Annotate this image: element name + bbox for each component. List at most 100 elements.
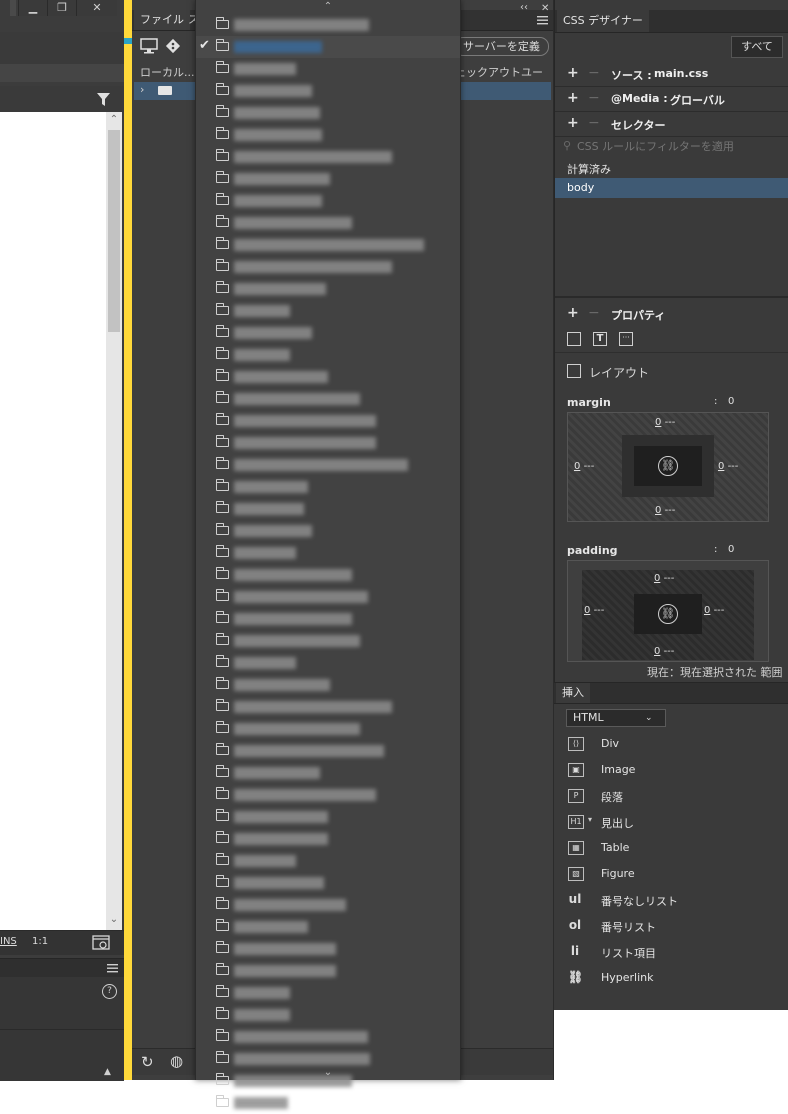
insert-category-select[interactable]: HTML ⌄	[566, 709, 666, 727]
padding-top-value[interactable]: 0 ---	[654, 573, 674, 584]
expand-arrow-icon[interactable]: ▲	[104, 1067, 111, 1077]
folder-list-item[interactable]	[196, 256, 460, 278]
minimize-button[interactable]: ▁	[18, 0, 47, 16]
link-margins-icon[interactable]: ⛓	[658, 456, 678, 476]
folder-list-item[interactable]: ✔	[196, 36, 460, 58]
folder-list-item[interactable]	[196, 190, 460, 212]
insert-list-item[interactable]: li リスト項目	[554, 941, 788, 963]
scrollbar-thumb[interactable]	[108, 130, 120, 332]
define-server-button[interactable]: サーバーを定義	[454, 37, 549, 56]
padding-right-value[interactable]: 0 ---	[704, 605, 724, 616]
folder-list-item[interactable]	[196, 806, 460, 828]
folder-list-item[interactable]	[196, 1092, 460, 1114]
folder-list-item[interactable]	[196, 850, 460, 872]
folder-list-item[interactable]	[196, 410, 460, 432]
folder-list-item[interactable]	[196, 278, 460, 300]
folder-list-item[interactable]	[196, 344, 460, 366]
folder-list-item[interactable]	[196, 718, 460, 740]
folder-list-item[interactable]	[196, 894, 460, 916]
tab-insert[interactable]: 挿入	[556, 683, 590, 703]
margin-shorthand-value[interactable]: 0	[728, 396, 734, 407]
globe-sync-icon[interactable]: ◍	[170, 1052, 183, 1070]
folder-list-item[interactable]	[196, 696, 460, 718]
close-window-button[interactable]: ✕	[76, 0, 117, 16]
design-view-canvas[interactable]	[0, 112, 106, 930]
folder-list-item[interactable]	[196, 300, 460, 322]
show-all-button[interactable]: すべて	[731, 36, 783, 58]
folder-list-item[interactable]	[196, 740, 460, 762]
heading-level-dropdown-icon[interactable]: ▾	[588, 815, 592, 824]
folder-list-item[interactable]	[196, 630, 460, 652]
folder-list-item[interactable]	[196, 432, 460, 454]
remove-source-icon[interactable]: −	[588, 65, 600, 81]
filter-css-rules-input[interactable]	[577, 138, 777, 154]
layout-category-icon[interactable]	[567, 332, 581, 346]
folder-list-item[interactable]	[196, 916, 460, 938]
folder-list-item[interactable]	[196, 652, 460, 674]
text-category-icon[interactable]: T	[593, 332, 607, 346]
folder-list-item[interactable]	[196, 960, 460, 982]
more-category-icon[interactable]: ···	[619, 332, 633, 346]
help-icon[interactable]: ?	[102, 984, 117, 999]
folder-list-item[interactable]	[196, 322, 460, 344]
dropdown-scroll-down-icon[interactable]: ⌄	[196, 1066, 460, 1080]
folder-list-item[interactable]	[196, 608, 460, 630]
folder-list-item[interactable]	[196, 938, 460, 960]
folder-list-item[interactable]	[196, 102, 460, 124]
folder-list-item[interactable]	[196, 124, 460, 146]
folder-list-item[interactable]	[196, 1026, 460, 1048]
restore-button[interactable]: ❐	[47, 0, 76, 16]
window-size-icon[interactable]	[92, 935, 110, 950]
dropdown-scroll-up-icon[interactable]: ⌃	[196, 0, 460, 14]
insert-hyperlink[interactable]: ⛓ Hyperlink	[554, 967, 788, 989]
column-local-files[interactable]: ローカル...	[140, 64, 195, 80]
folder-list-item[interactable]	[196, 146, 460, 168]
folder-list-item[interactable]	[196, 388, 460, 410]
remove-property-icon[interactable]: −	[588, 305, 600, 321]
folder-list-item[interactable]	[196, 982, 460, 1004]
expand-chevron-icon[interactable]: ›	[140, 83, 144, 96]
folder-list-item[interactable]	[196, 498, 460, 520]
folder-list-item[interactable]	[196, 520, 460, 542]
folder-list-item[interactable]	[196, 828, 460, 850]
site-folder-dropdown[interactable]: ⌃ ✔ ⌄	[195, 0, 461, 1109]
link-paddings-icon[interactable]: ⛓	[658, 604, 678, 624]
remove-selector-icon[interactable]: −	[588, 115, 600, 131]
insert-unordered-list[interactable]: ul 番号なしリスト	[554, 889, 788, 911]
padding-left-value[interactable]: 0 ---	[584, 605, 604, 616]
folder-list-item[interactable]	[196, 212, 460, 234]
git-icon[interactable]	[165, 38, 181, 54]
scroll-up-arrow[interactable]: ⌃	[106, 114, 122, 125]
folder-list-item[interactable]	[196, 454, 460, 476]
zoom-ratio[interactable]: 1:1	[32, 936, 48, 947]
scroll-down-arrow[interactable]: ⌄	[106, 914, 122, 925]
selectors-section[interactable]: + − セレクター	[555, 112, 788, 137]
folder-list-item[interactable]	[196, 58, 460, 80]
panel-menu-icon[interactable]	[107, 964, 118, 973]
insert-ordered-list[interactable]: ol 番号リスト	[554, 915, 788, 937]
insert-table[interactable]: ▦ Table	[554, 837, 788, 859]
add-selector-icon[interactable]: +	[567, 115, 579, 131]
folder-list-item[interactable]	[196, 80, 460, 102]
insert-image[interactable]: ▣ Image	[554, 759, 788, 781]
folder-list-item[interactable]	[196, 14, 460, 36]
add-media-icon[interactable]: +	[567, 90, 579, 106]
properties-section[interactable]: + − プロパティ	[555, 302, 788, 326]
filter-icon[interactable]	[97, 93, 110, 106]
media-section[interactable]: + − @Media : グローバル	[555, 87, 788, 112]
collapse-panels-icon[interactable]: ‹‹	[520, 2, 528, 13]
margin-right-value[interactable]: 0 ---	[718, 461, 738, 472]
selector-filter[interactable]: ⚲	[555, 137, 788, 157]
folder-list-item[interactable]	[196, 542, 460, 564]
folder-list-item[interactable]	[196, 762, 460, 784]
remove-media-icon[interactable]: −	[588, 90, 600, 106]
folder-list-item[interactable]	[196, 234, 460, 256]
folder-list-item[interactable]	[196, 366, 460, 388]
margin-top-value[interactable]: 0 ---	[655, 417, 675, 428]
insert-figure[interactable]: ▧ Figure	[554, 863, 788, 885]
panel-menu-icon[interactable]	[537, 16, 548, 25]
folder-list-item[interactable]	[196, 168, 460, 190]
padding-bottom-value[interactable]: 0 ---	[654, 646, 674, 657]
padding-shorthand-value[interactable]: 0	[728, 544, 734, 555]
folder-list-item[interactable]	[196, 674, 460, 696]
